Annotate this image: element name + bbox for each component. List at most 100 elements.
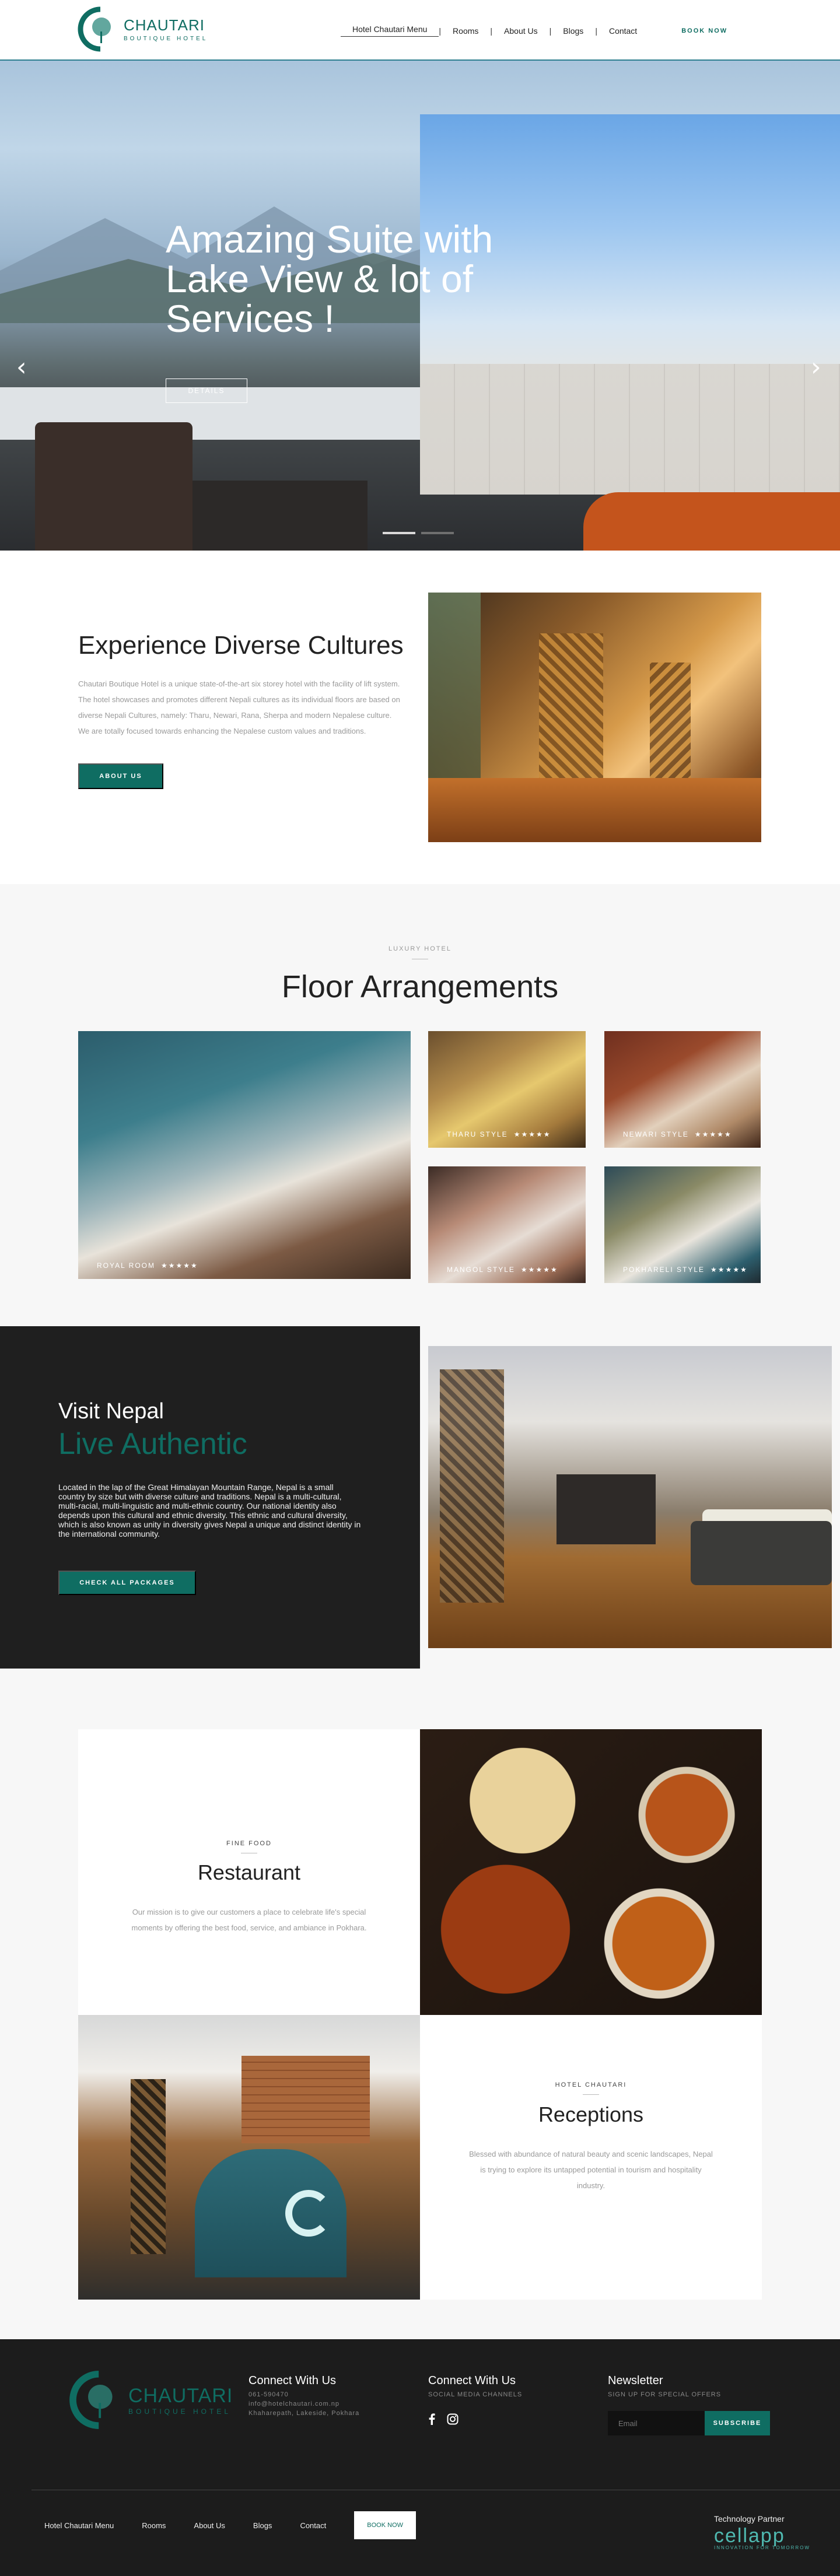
facebook-icon[interactable] <box>428 2413 435 2425</box>
hero-terrace-floor <box>420 364 840 495</box>
footer-email[interactable]: info@hotelchautari.com.np <box>249 2399 359 2409</box>
room-label: THARU STYLE <box>447 1130 508 1138</box>
brand-name: CHAUTARI <box>124 16 205 34</box>
footer-address: Khaharepath, Lakeside, Pokhara <box>249 2410 360 2417</box>
visit-nepal-section: Visit Nepal Live Authentic Located in th… <box>0 1326 840 1669</box>
hero-slider: Amazing Suite with Lake View & lot of Se… <box>0 61 840 551</box>
reception-card: HOTEL CHAUTARI Receptions Blessed with a… <box>420 2015 762 2300</box>
footer-social-sub: SOCIAL MEDIA CHANNELS <box>428 2391 523 2398</box>
cultures-lobby-image <box>428 593 761 842</box>
footer-nav-rooms[interactable]: Rooms <box>142 2521 166 2530</box>
footer-contact: Connect With Us 061-590470 info@hotelcha… <box>249 2374 359 2418</box>
slider-dot[interactable] <box>383 532 415 534</box>
visit-text: Located in the lap of the Great Himalaya… <box>58 1482 361 1538</box>
brand-logo[interactable]: CHAUTARI BOUTIQUE HOTEL <box>77 6 208 52</box>
cultures-section: Experience Diverse Cultures Chautari Bou… <box>0 551 840 884</box>
lobby-carved-screen <box>539 633 603 791</box>
newsletter-title: Newsletter <box>608 2374 663 2387</box>
room-card-tharu[interactable]: THARU STYLE ★★★★★ <box>428 1031 586 1148</box>
hero-table <box>192 481 368 551</box>
room-card-royal[interactable]: ROYAL ROOM ★★★★★ <box>78 1031 411 1279</box>
footer-book-now-button[interactable]: BOOK NOW <box>354 2511 416 2539</box>
footer-phone[interactable]: 061-590470 <box>249 2390 359 2399</box>
slider-dots <box>383 532 454 534</box>
room-label: NEWARI STYLE <box>623 1130 689 1138</box>
room-label: ROYAL ROOM <box>97 1261 156 1270</box>
book-now-button[interactable]: BOOK NOW <box>670 27 739 34</box>
footer-nav-about[interactable]: About Us <box>194 2521 225 2530</box>
newsletter-email-input[interactable] <box>608 2411 705 2435</box>
hero-orange-seat <box>583 492 840 551</box>
room-label: POKHARELI STYLE <box>623 1266 705 1274</box>
lounge-carved-screen <box>440 1369 504 1603</box>
footer-newsletter: Newsletter SIGN UP FOR SPECIAL OFFERS SU… <box>608 2374 770 2435</box>
footer-social: Connect With Us SOCIAL MEDIA CHANNELS <box>428 2374 522 2425</box>
cellapp-tagline: INNOVATION FOR TOMORROW <box>714 2545 810 2550</box>
instagram-icon[interactable] <box>447 2413 459 2425</box>
footer-nav-menu[interactable]: Hotel Chautari Menu <box>44 2521 114 2530</box>
room-card-newari[interactable]: NEWARI STYLE ★★★★★ <box>604 1031 761 1148</box>
nav-item-contact[interactable]: Contact <box>597 26 649 36</box>
tech-partner-label: Technology Partner <box>714 2514 785 2524</box>
cellapp-name: cellapp <box>714 2525 785 2547</box>
footer-social-title: Connect With Us <box>428 2374 516 2387</box>
reception-text: Blessed with abundance of natural beauty… <box>469 2150 713 2190</box>
hero-chair <box>35 422 192 551</box>
nav-item-menu[interactable]: Hotel Chautari Menu <box>341 24 439 37</box>
lounge-sofa <box>691 1521 832 1585</box>
cultures-text: Chautari Boutique Hotel is a unique stat… <box>78 679 400 735</box>
reception-divider <box>583 2094 599 2095</box>
chevron-left-icon[interactable]: ‹ <box>16 352 27 382</box>
logo-tree-icon <box>69 2370 113 2430</box>
reception-title: Receptions <box>538 2102 644 2126</box>
restaurant-text: Our mission is to give our customers a p… <box>131 1908 367 1932</box>
reception-eyebrow: HOTEL CHAUTARI <box>555 2081 627 2088</box>
about-us-button[interactable]: ABOUT US <box>78 763 163 789</box>
room-label: MANGOL STYLE <box>447 1266 515 1274</box>
footer-brand-name: CHAUTARI <box>128 2384 233 2407</box>
reception-desk-image <box>78 2015 420 2300</box>
nav-item-blogs[interactable]: Blogs <box>551 26 595 36</box>
footer-brand-tagline: BOUTIQUE HOTEL <box>128 2407 232 2416</box>
cultures-title: Experience Diverse Cultures <box>78 631 404 660</box>
hero-title: Amazing Suite with Lake View & lot of Se… <box>166 218 494 340</box>
visit-panel: Visit Nepal Live Authentic Located in th… <box>0 1326 420 1669</box>
restaurant-title: Restaurant <box>197 1860 301 1884</box>
floors-eyebrow: LUXURY HOTEL <box>388 945 452 952</box>
footer-nav: Hotel Chautari Menu Rooms About Us Blogs… <box>44 2511 416 2539</box>
lobby-floor <box>428 778 761 842</box>
check-packages-button[interactable]: CHECK ALL PACKAGES <box>58 1571 196 1595</box>
room-card-mangol[interactable]: MANGOL STYLE ★★★★★ <box>428 1166 586 1283</box>
newsletter-sub: SIGN UP FOR SPECIAL OFFERS <box>608 2391 722 2398</box>
chevron-right-icon[interactable]: › <box>811 352 821 382</box>
footer-contact-title: Connect With Us <box>249 2374 337 2387</box>
room-card-pokhareli[interactable]: POKHARELI STYLE ★★★★★ <box>604 1166 761 1283</box>
star-rating: ★★★★★ <box>520 1266 558 1274</box>
visit-subtitle: Live Authentic <box>58 1427 247 1461</box>
nav-item-about[interactable]: About Us <box>492 26 550 36</box>
visit-title: Visit Nepal <box>58 1399 164 1424</box>
restaurant-eyebrow: FINE FOOD <box>226 1840 272 1847</box>
hero-details-button[interactable]: DETAILS <box>166 378 247 403</box>
subscribe-button[interactable]: SUBSCRIBE <box>705 2411 770 2435</box>
footer-logo[interactable]: CHAUTARI BOUTIQUE HOTEL <box>68 2370 233 2430</box>
floors-section: LUXURY HOTEL Floor Arrangements ROYAL RO… <box>0 884 840 1326</box>
footer-nav-contact[interactable]: Contact <box>300 2521 326 2530</box>
star-rating: ★★★★★ <box>161 1261 198 1270</box>
reception-lounge-image <box>428 1346 832 1648</box>
cellapp-logo[interactable]: cellapp INNOVATION FOR TOMORROW <box>714 2525 810 2550</box>
reception-logo-mark <box>285 2190 332 2237</box>
restaurant-food-image <box>420 1729 762 2015</box>
footer-nav-blogs[interactable]: Blogs <box>253 2521 272 2530</box>
lounge-desk <box>556 1474 656 1544</box>
star-rating: ★★★★★ <box>513 1130 551 1138</box>
restaurant-card: FINE FOOD Restaurant Our mission is to g… <box>78 1729 420 2015</box>
brand-tagline: BOUTIQUE HOTEL <box>124 36 208 42</box>
star-rating: ★★★★★ <box>694 1130 732 1138</box>
slider-dot[interactable] <box>421 532 454 534</box>
dining-section: FINE FOOD Restaurant Our mission is to g… <box>0 1669 840 2339</box>
star-rating: ★★★★★ <box>710 1266 748 1274</box>
nav-item-rooms[interactable]: Rooms <box>441 26 490 36</box>
main-nav: Hotel Chautari Menu | Rooms | About Us | Bl… <box>341 24 739 37</box>
site-footer: CHAUTARI BOUTIQUE HOTEL Connect With Us … <box>0 2339 840 2576</box>
